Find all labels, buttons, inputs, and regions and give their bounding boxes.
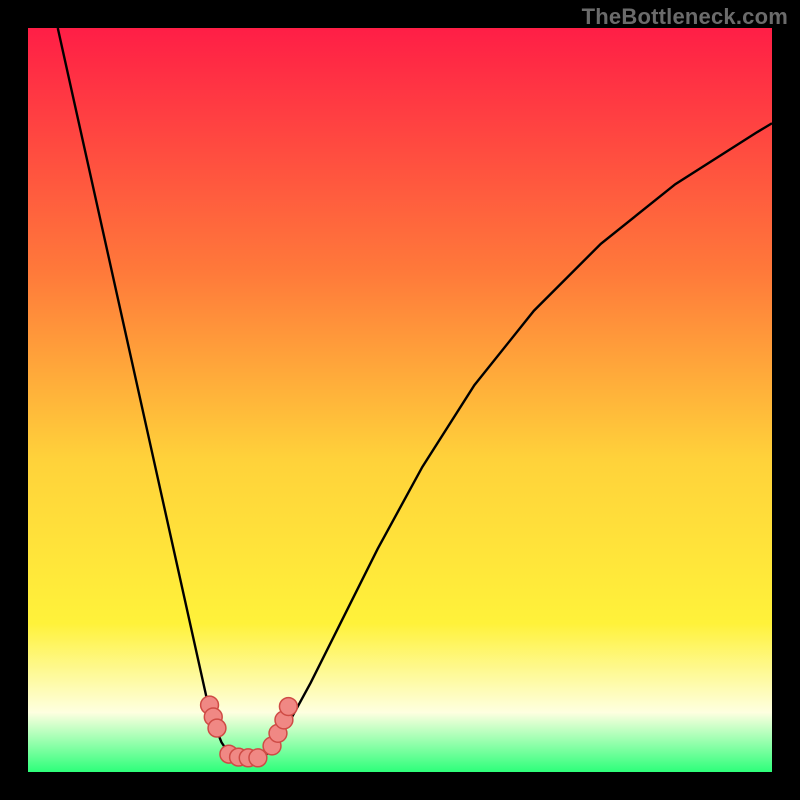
plot-area (28, 28, 772, 772)
bottleneck-chart (28, 28, 772, 772)
data-marker (279, 698, 297, 716)
data-marker (208, 719, 226, 737)
watermark-text: TheBottleneck.com (582, 4, 788, 30)
data-marker (249, 749, 267, 767)
chart-frame: TheBottleneck.com (0, 0, 800, 800)
